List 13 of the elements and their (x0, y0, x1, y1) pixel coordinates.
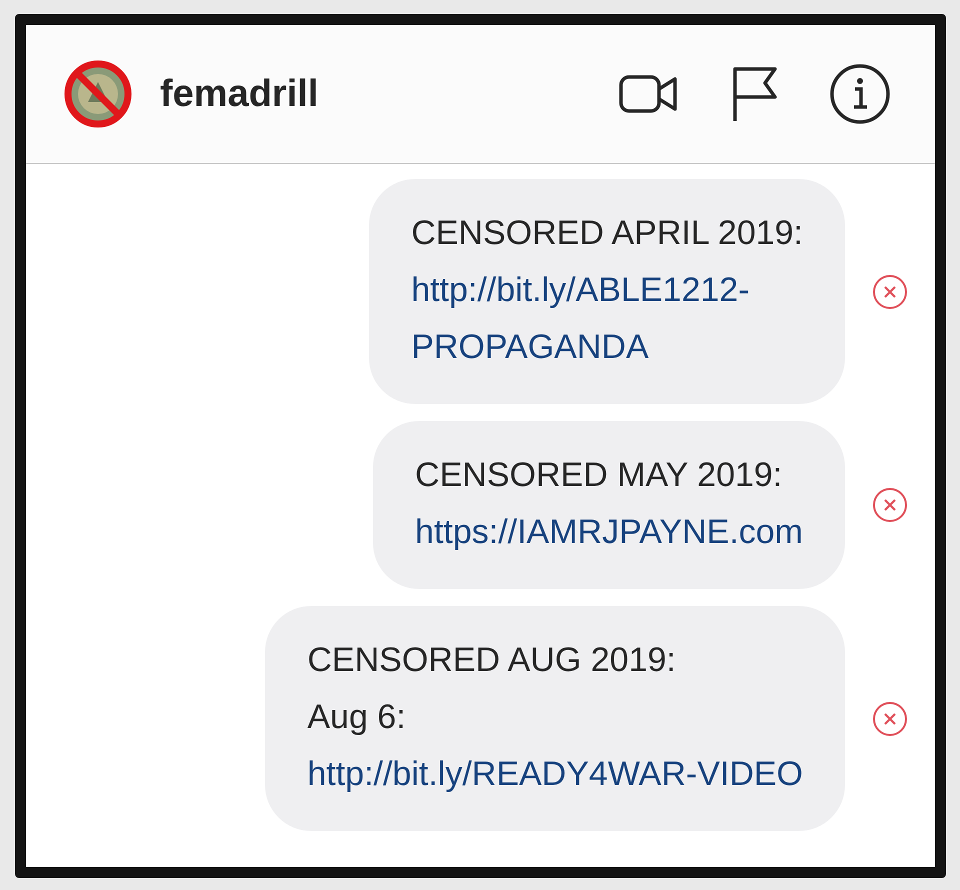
username: femadrill (160, 72, 320, 116)
message-text: CENSORED AUG 2019: (307, 640, 677, 681)
message-text: Aug 6: (307, 697, 407, 738)
message-link[interactable]: https://IAMRJPAYNE.com (415, 504, 803, 561)
error-icon[interactable] (872, 274, 908, 310)
message-link[interactable]: http://bit.ly/ABLE1212- (411, 262, 803, 319)
message-text: CENSORED MAY 2019: (415, 455, 784, 496)
error-icon[interactable] (872, 487, 908, 523)
message-text: CENSORED APRIL 2019: (411, 213, 803, 254)
message-link[interactable]: PROPAGANDA (411, 319, 803, 376)
error-icon[interactable] (872, 700, 908, 736)
avatar-icon[interactable] (62, 58, 134, 130)
message-link[interactable]: http://bit.ly/READY4WAR-VIDEO (307, 746, 803, 803)
